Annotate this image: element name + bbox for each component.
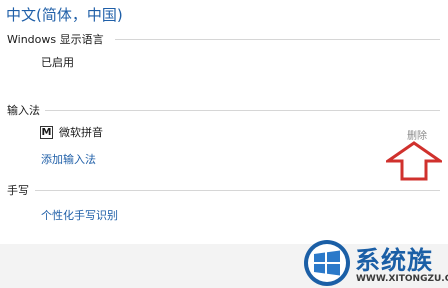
- watermark-name: 系统族: [355, 246, 434, 275]
- keyboard-m-icon: M: [40, 125, 53, 139]
- display-language-status: 已启用: [41, 56, 74, 69]
- add-input-method-link[interactable]: 添加输入法: [41, 151, 96, 167]
- section-divider: [45, 110, 440, 111]
- section-title-display-language: Windows 显示语言: [7, 33, 104, 46]
- input-method-label: 微软拼音: [59, 126, 103, 139]
- page-title: 中文(简体，中国): [6, 6, 123, 24]
- up-arrow-icon: [386, 141, 442, 181]
- section-divider: [35, 190, 440, 191]
- windows-logo-icon: [304, 240, 350, 286]
- remove-input-method-button[interactable]: 删除: [407, 127, 427, 142]
- section-title-input-method: 输入法: [7, 104, 40, 117]
- up-arrow-shape: [386, 141, 442, 181]
- input-method-item[interactable]: M 微软拼音: [40, 124, 103, 140]
- watermark: 系统族 WWW.XITONGZU.COM: [303, 238, 448, 288]
- watermark-url: WWW.XITONGZU.COM: [356, 274, 448, 284]
- section-title-handwriting: 手写: [7, 184, 29, 197]
- section-divider: [115, 39, 440, 40]
- personalize-handwriting-link[interactable]: 个性化手写识别: [41, 207, 118, 223]
